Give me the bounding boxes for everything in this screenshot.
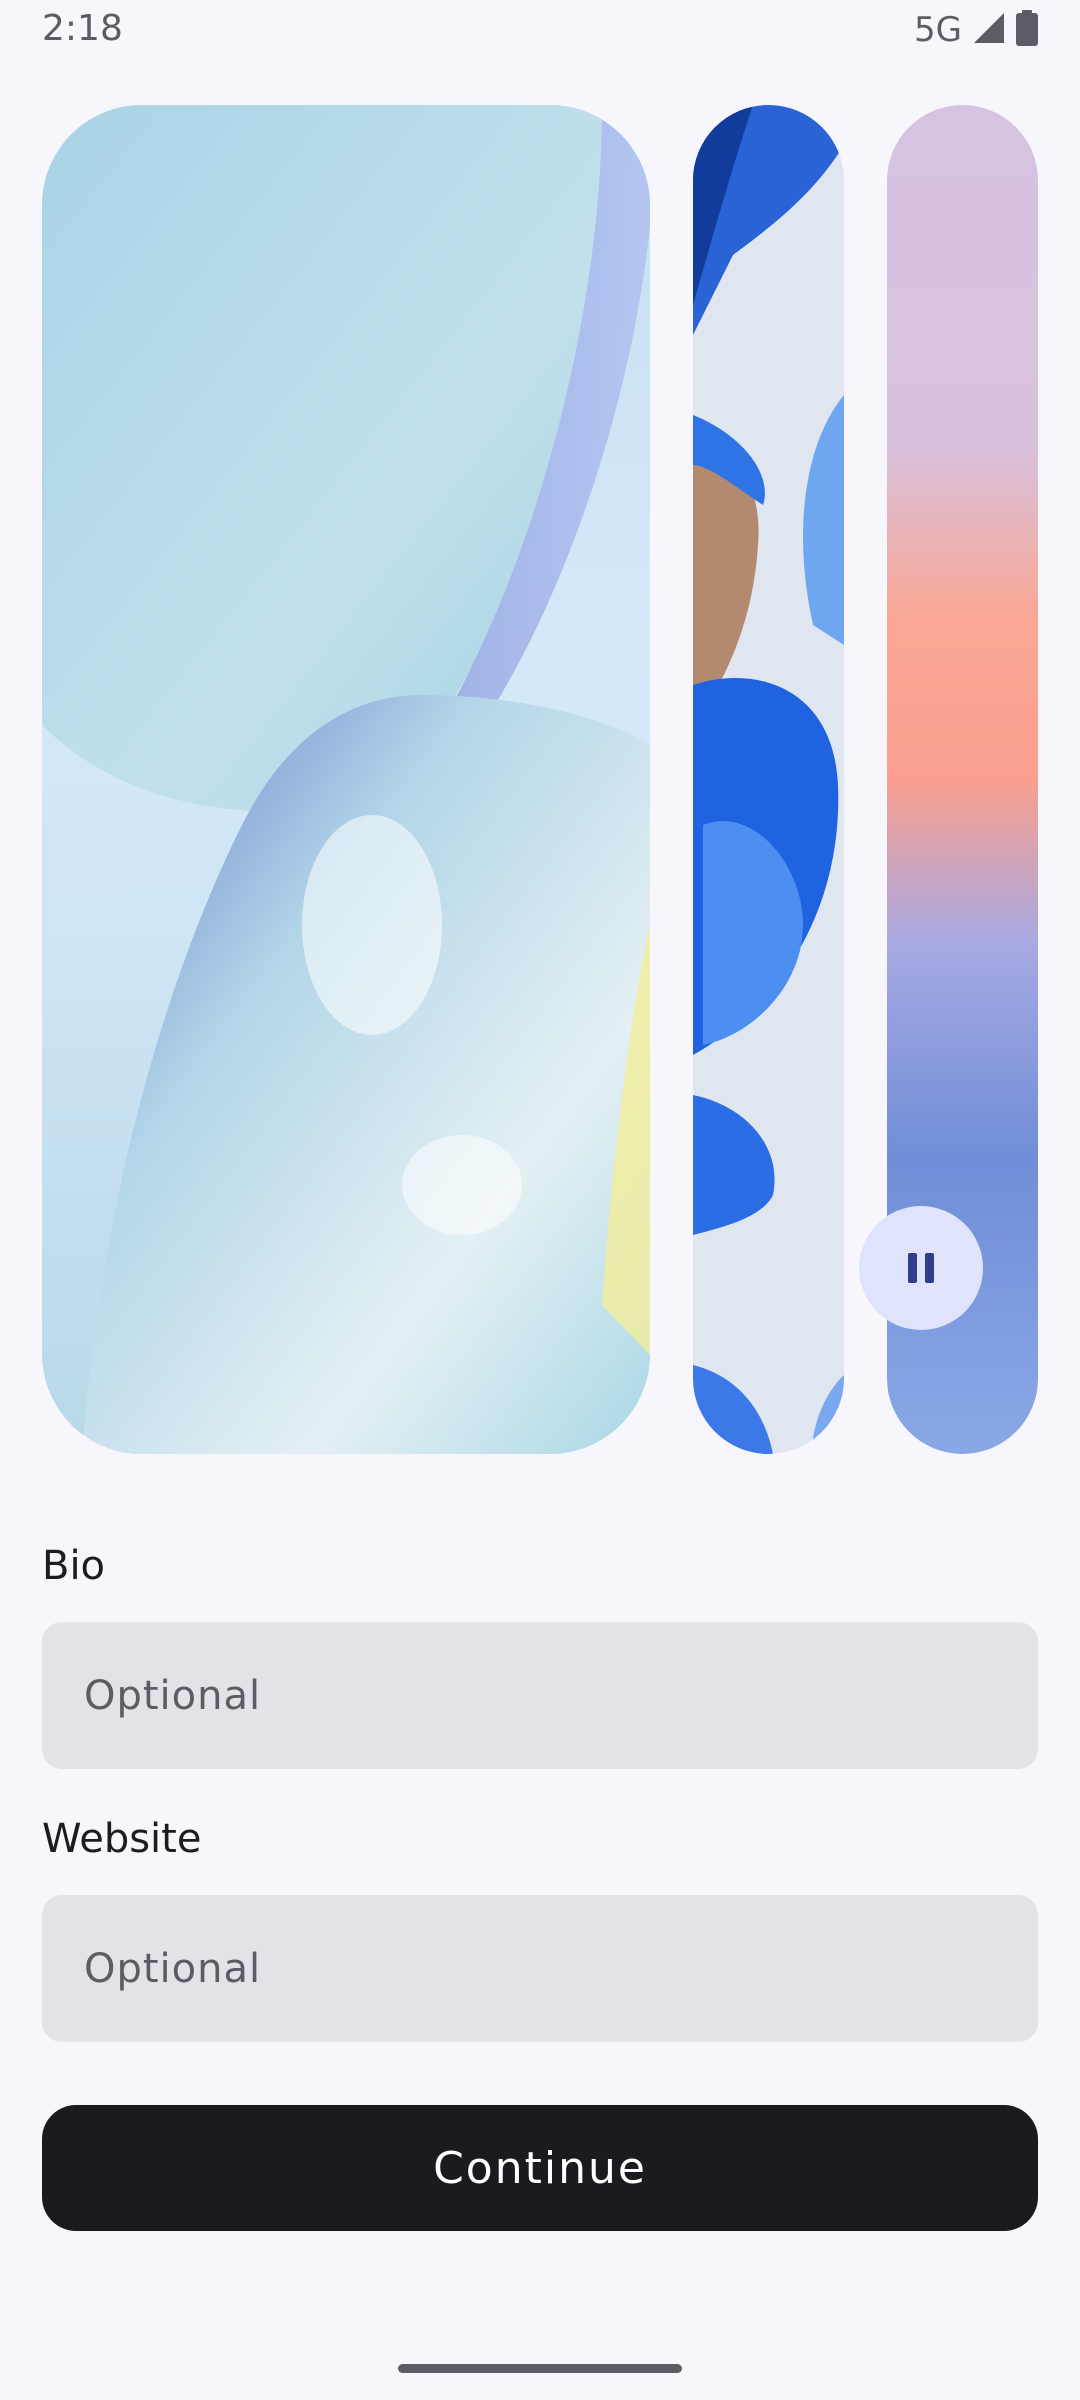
- pause-icon: [908, 1253, 934, 1283]
- bio-input[interactable]: [42, 1622, 1038, 1769]
- status-bar: 2:18 5G: [0, 0, 1080, 62]
- status-icons: 5G: [914, 9, 1038, 51]
- status-time: 2:18: [42, 8, 123, 49]
- home-indicator[interactable]: [398, 2364, 682, 2373]
- website-input[interactable]: [42, 1895, 1038, 2042]
- wallpaper-card-blue-rings[interactable]: [693, 105, 844, 1454]
- profile-setup-screen: 2:18 5G Bio Optional Website Optional Co…: [0, 0, 1080, 2400]
- bio-label: Bio: [42, 1543, 106, 1589]
- battery-icon: [1016, 9, 1038, 51]
- website-label: Website: [42, 1816, 202, 1862]
- wallpaper-card-abstract-blue[interactable]: [42, 105, 650, 1454]
- signal-icon: [972, 11, 1006, 50]
- network-type: 5G: [914, 10, 962, 50]
- continue-button[interactable]: Continue: [42, 2105, 1038, 2231]
- pause-button[interactable]: [859, 1206, 983, 1330]
